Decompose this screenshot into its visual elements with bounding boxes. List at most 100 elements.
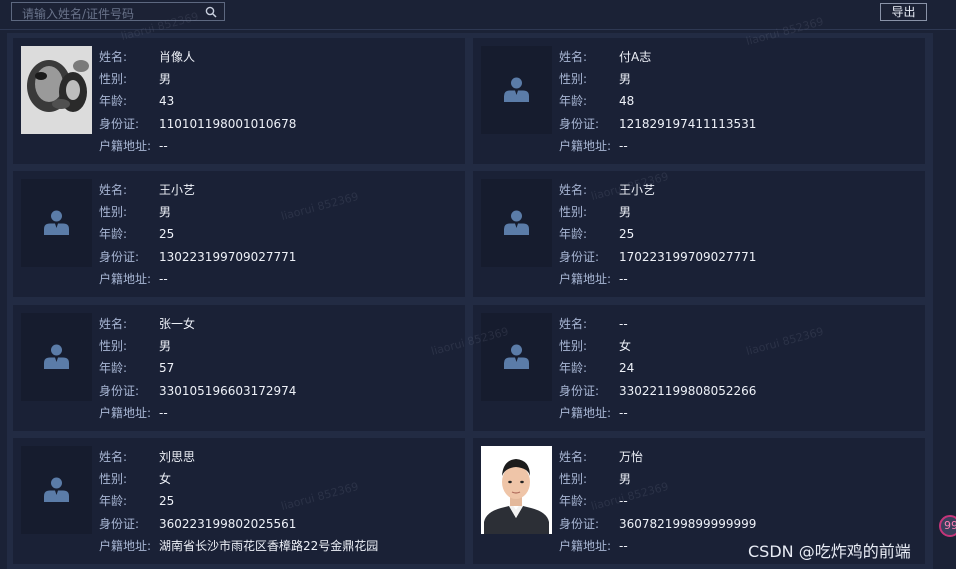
person-card[interactable]: 姓名: 刘思思 性别: 女年龄: 25 身份证: 360223199802025561 户籍地… xyxy=(13,438,465,564)
age-value: 25 xyxy=(159,494,175,509)
info-row-id: 身份证: 121829197411113531 xyxy=(559,113,919,135)
person-photo xyxy=(481,179,552,267)
search-icon[interactable] xyxy=(205,6,217,18)
age-label: 年龄: xyxy=(99,94,128,109)
age-label: 年龄: xyxy=(99,494,128,509)
person-placeholder-icon xyxy=(44,210,69,235)
person-card[interactable]: 姓名: 肖像人 性别: 男年龄: 43 身份证: 110101198001010678 户籍地… xyxy=(13,38,465,164)
name-value: 王小艺 xyxy=(619,183,656,197)
info-row-name: 姓名: -- xyxy=(559,313,919,335)
id-label: 身份证: xyxy=(99,383,140,398)
top-toolbar: 导出 xyxy=(0,0,956,30)
age-label: 年龄: xyxy=(99,361,128,376)
person-info: 姓名: 付A志 性别: 男年龄: 48 身份证: 121829197411113531 户籍地… xyxy=(559,46,919,157)
person-card[interactable]: 姓名: 付A志 性别: 男年龄: 48 身份证: 121829197411113531 户籍地… xyxy=(473,38,925,164)
person-info: 姓名: 王小艺性别: 男年龄: 25 身份证: 170223199709027771 户籍地… xyxy=(559,179,919,290)
gender-label: 性别: xyxy=(99,472,128,487)
info-row-age: 年龄: 48 xyxy=(559,90,919,112)
age-label: 年龄: xyxy=(559,494,588,509)
name-label: 姓名: xyxy=(559,183,588,197)
info-row-id: 身份证: 360782199899999999 xyxy=(559,513,919,535)
address-label: 户籍地址: xyxy=(559,138,612,153)
scrollbar-track[interactable] xyxy=(935,33,956,569)
info-row-name: 姓名: 王小艺 xyxy=(559,179,919,201)
gender-value: 男 xyxy=(619,472,632,487)
address-value: -- xyxy=(619,538,628,553)
name-label: 姓名: xyxy=(559,450,588,464)
person-card[interactable]: 姓名: 王小艺 性别: 男年龄: 25 身份证: 130223199709027771 户籍地… xyxy=(13,171,465,297)
person-photo xyxy=(21,446,92,534)
info-row-address: 户籍地址: -- xyxy=(99,268,459,290)
info-row-gender: 性别: 女 xyxy=(559,335,919,357)
age-label: 年龄: xyxy=(559,227,588,242)
info-row-gender: 性别: 男 xyxy=(559,68,919,90)
person-placeholder-icon xyxy=(44,477,69,502)
gender-value: 男 xyxy=(159,339,172,354)
info-row-name: 姓名: 万怡 xyxy=(559,446,919,468)
info-row-address: 户籍地址: -- xyxy=(99,135,459,157)
age-value: -- xyxy=(619,494,628,509)
person-card[interactable]: 姓名: 张一女性别: 男年龄: 57 身份证: 330105196603172974 户籍地… xyxy=(13,305,465,431)
age-value: 25 xyxy=(159,227,175,242)
age-label: 年龄: xyxy=(99,227,128,242)
name-label: 姓名: xyxy=(99,183,128,197)
notification-badge[interactable]: 99 xyxy=(939,515,956,537)
person-photo xyxy=(481,46,552,134)
name-value: 刘思思 xyxy=(159,450,196,464)
info-row-age: 年龄: -- xyxy=(559,490,919,512)
person-placeholder-icon xyxy=(504,210,529,235)
info-row-name: 姓名: 肖像人 xyxy=(99,46,459,68)
info-row-address: 户籍地址: 湖南省长沙市雨花区香樟路22号金鼎花园 xyxy=(99,535,459,557)
id-value: 121829197411113531 xyxy=(619,116,757,131)
info-row-age: 年龄: 25 xyxy=(99,490,459,512)
id-label: 身份证: xyxy=(559,516,600,531)
person-info: 姓名: -- 性别: 女年龄: 24 身份证: 330221199808052266 户籍地址… xyxy=(559,313,919,424)
info-row-age: 年龄: 24 xyxy=(559,357,919,379)
person-placeholder-icon xyxy=(504,77,529,102)
address-label: 户籍地址: xyxy=(99,138,152,153)
search-box xyxy=(11,2,225,23)
id-value: 360782199899999999 xyxy=(619,516,757,531)
person-info: 姓名: 刘思思 性别: 女年龄: 25 身份证: 360223199802025561 户籍地… xyxy=(99,446,459,557)
address-value: -- xyxy=(159,271,168,286)
blurred-portrait-image xyxy=(21,46,92,134)
info-row-name: 姓名: 刘思思 xyxy=(99,446,459,468)
person-info: 姓名: 肖像人 性别: 男年龄: 43 身份证: 110101198001010678 户籍地… xyxy=(99,46,459,157)
export-button[interactable]: 导出 xyxy=(880,3,927,21)
name-label: 姓名: xyxy=(99,317,128,331)
info-row-gender: 性别: 男 xyxy=(559,468,919,490)
id-value: 330105196603172974 xyxy=(159,383,297,398)
name-value: 付A志 xyxy=(619,50,652,64)
info-row-gender: 性别: 男 xyxy=(99,201,459,223)
person-photo xyxy=(21,46,92,134)
info-row-address: 户籍地址: -- xyxy=(559,402,919,424)
info-row-age: 年龄: 57 xyxy=(99,357,459,379)
info-row-id: 身份证: 170223199709027771 xyxy=(559,246,919,268)
person-card[interactable]: 姓名: 王小艺性别: 男年龄: 25 身份证: 170223199709027771 户籍地… xyxy=(473,171,925,297)
gender-value: 女 xyxy=(159,472,172,487)
info-row-address: 户籍地址: -- xyxy=(559,268,919,290)
address-label: 户籍地址: xyxy=(99,271,152,286)
info-row-gender: 性别: 男 xyxy=(559,201,919,223)
person-photo xyxy=(481,446,552,534)
gender-label: 性别: xyxy=(559,339,588,354)
age-value: 24 xyxy=(619,361,635,376)
person-card[interactable]: 姓名: -- 性别: 女年龄: 24 身份证: 330221199808052266 户籍地址… xyxy=(473,305,925,431)
id-value: 170223199709027771 xyxy=(619,249,757,264)
footer-credit: CSDN @吃炸鸡的前端 xyxy=(748,542,911,561)
age-value: 25 xyxy=(619,227,635,242)
address-value: -- xyxy=(159,405,168,420)
info-row-id: 身份证: 330221199808052266 xyxy=(559,380,919,402)
search-input[interactable] xyxy=(12,5,202,23)
id-value: 360223199802025561 xyxy=(159,516,297,531)
info-row-gender: 性别: 男 xyxy=(99,335,459,357)
person-info: 姓名: 王小艺 性别: 男年龄: 25 身份证: 130223199709027771 户籍地… xyxy=(99,179,459,290)
name-value: 张一女 xyxy=(159,317,196,331)
info-row-name: 姓名: 王小艺 xyxy=(99,179,459,201)
person-info: 姓名: 张一女性别: 男年龄: 57 身份证: 330105196603172974 户籍地… xyxy=(99,313,459,424)
gender-label: 性别: xyxy=(99,339,128,354)
info-row-address: 户籍地址: -- xyxy=(99,402,459,424)
info-row-name: 姓名: 张一女 xyxy=(99,313,459,335)
person-placeholder-icon xyxy=(44,344,69,369)
person-photo xyxy=(21,313,92,401)
